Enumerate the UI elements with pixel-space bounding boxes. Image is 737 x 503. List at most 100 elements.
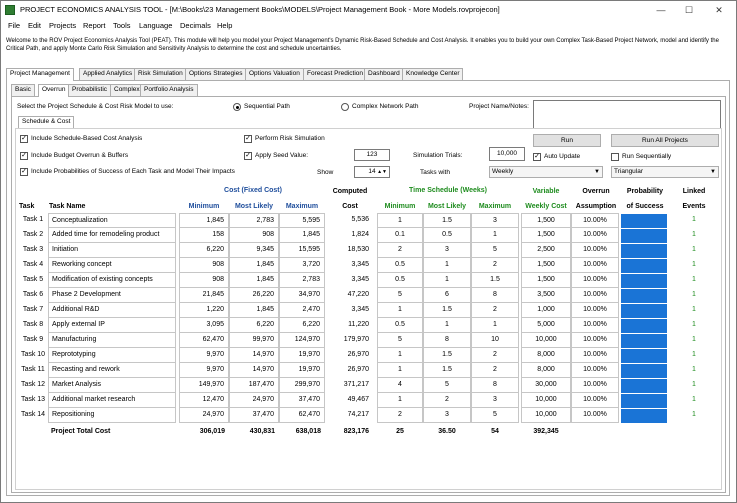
probability-cell[interactable] xyxy=(621,393,667,408)
cost-max-cell[interactable]: 15,595 xyxy=(279,243,325,258)
show-spinner[interactable]: 14 ▲▼ xyxy=(354,166,390,178)
cost-max-cell[interactable]: 19,970 xyxy=(279,348,325,363)
time-most-likely-cell[interactable]: 1.5 xyxy=(423,303,471,318)
weekly-cost-cell[interactable]: 10,000 xyxy=(521,408,571,423)
cost-most-likely-cell[interactable]: 24,970 xyxy=(229,393,279,408)
run-sequentially-checkbox[interactable] xyxy=(611,153,619,161)
overrun-cell[interactable]: 10.00% xyxy=(571,228,619,243)
tab-options-strategies[interactable]: Options Strategies xyxy=(185,68,247,80)
time-min-cell[interactable]: 4 xyxy=(377,378,423,393)
subtab-probabilistic[interactable]: Probabilistic xyxy=(68,84,112,96)
cost-most-likely-cell[interactable]: 14,970 xyxy=(229,363,279,378)
overrun-cell[interactable]: 10.00% xyxy=(571,333,619,348)
time-most-likely-cell[interactable]: 2 xyxy=(423,393,471,408)
time-max-cell[interactable]: 1.5 xyxy=(471,273,519,288)
weekly-cost-cell[interactable]: 3,500 xyxy=(521,288,571,303)
probability-cell[interactable] xyxy=(621,273,667,288)
weekly-cost-cell[interactable]: 8,000 xyxy=(521,363,571,378)
time-max-cell[interactable]: 3 xyxy=(471,213,519,228)
menu-file[interactable]: File xyxy=(8,21,20,30)
probability-cell[interactable] xyxy=(621,243,667,258)
probability-cell[interactable] xyxy=(621,228,667,243)
cost-min-cell[interactable]: 9,970 xyxy=(179,348,229,363)
tab-dashboard[interactable]: Dashboard xyxy=(364,68,404,80)
time-max-cell[interactable]: 3 xyxy=(471,393,519,408)
time-most-likely-cell[interactable]: 3 xyxy=(423,243,471,258)
task-name-cell[interactable]: Modification of existing concepts xyxy=(48,273,176,288)
tab-schedule-cost[interactable]: Schedule & Cost xyxy=(18,116,75,128)
overrun-cell[interactable]: 10.00% xyxy=(571,273,619,288)
auto-update-checkbox[interactable]: ✓ xyxy=(533,153,541,161)
maximize-button[interactable]: ☐ xyxy=(675,1,703,19)
time-most-likely-cell[interactable]: 8 xyxy=(423,333,471,348)
time-min-cell[interactable]: 1 xyxy=(377,348,423,363)
time-min-cell[interactable]: 0.5 xyxy=(377,273,423,288)
cost-min-cell[interactable]: 6,220 xyxy=(179,243,229,258)
cost-max-cell[interactable]: 299,970 xyxy=(279,378,325,393)
time-max-cell[interactable]: 5 xyxy=(471,408,519,423)
task-name-cell[interactable]: Added time for remodeling product xyxy=(48,228,176,243)
cost-max-cell[interactable]: 124,970 xyxy=(279,333,325,348)
minimize-button[interactable]: — xyxy=(647,1,675,19)
time-min-cell[interactable]: 2 xyxy=(377,408,423,423)
time-min-cell[interactable]: 0.1 xyxy=(377,228,423,243)
time-min-cell[interactable]: 1 xyxy=(377,213,423,228)
subtab-overrun[interactable]: Overrun xyxy=(38,84,70,97)
tab-options-valuation[interactable]: Options Valuation xyxy=(245,68,304,80)
tab-project-management[interactable]: Project Management xyxy=(6,68,74,81)
cost-most-likely-cell[interactable]: 37,470 xyxy=(229,408,279,423)
cost-max-cell[interactable]: 2,470 xyxy=(279,303,325,318)
budget-overrun-checkbox[interactable]: ✓ xyxy=(20,152,28,160)
overrun-cell[interactable]: 10.00% xyxy=(571,318,619,333)
cost-min-cell[interactable]: 12,470 xyxy=(179,393,229,408)
weekly-cost-cell[interactable]: 1,000 xyxy=(521,303,571,318)
weekly-cost-cell[interactable]: 10,000 xyxy=(521,333,571,348)
overrun-cell[interactable]: 10.00% xyxy=(571,348,619,363)
time-most-likely-cell[interactable]: 1 xyxy=(423,318,471,333)
tab-knowledge-center[interactable]: Knowledge Center xyxy=(402,68,464,80)
time-max-cell[interactable]: 1 xyxy=(471,318,519,333)
time-min-cell[interactable]: 1 xyxy=(377,393,423,408)
time-max-cell[interactable]: 5 xyxy=(471,243,519,258)
time-most-likely-cell[interactable]: 0.5 xyxy=(423,228,471,243)
task-name-cell[interactable]: Initiation xyxy=(48,243,176,258)
time-max-cell[interactable]: 2 xyxy=(471,348,519,363)
probability-cell[interactable] xyxy=(621,213,667,228)
time-max-cell[interactable]: 8 xyxy=(471,378,519,393)
time-max-cell[interactable]: 1 xyxy=(471,228,519,243)
overrun-cell[interactable]: 10.00% xyxy=(571,393,619,408)
cost-most-likely-cell[interactable]: 6,220 xyxy=(229,318,279,333)
time-min-cell[interactable]: 1 xyxy=(377,363,423,378)
cost-max-cell[interactable]: 62,470 xyxy=(279,408,325,423)
probability-cell[interactable] xyxy=(621,408,667,423)
cost-most-likely-cell[interactable]: 1,845 xyxy=(229,258,279,273)
cost-most-likely-cell[interactable]: 14,970 xyxy=(229,348,279,363)
tab-applied-analytics[interactable]: Applied Analytics xyxy=(79,68,137,80)
time-most-likely-cell[interactable]: 6 xyxy=(423,288,471,303)
cost-max-cell[interactable]: 2,783 xyxy=(279,273,325,288)
time-max-cell[interactable]: 2 xyxy=(471,363,519,378)
task-name-cell[interactable]: Phase 2 Development xyxy=(48,288,176,303)
subtab-portfolio-analysis[interactable]: Portfolio Analysis xyxy=(140,84,198,96)
time-most-likely-cell[interactable]: 3 xyxy=(423,408,471,423)
weekly-cost-cell[interactable]: 5,000 xyxy=(521,318,571,333)
cost-max-cell[interactable]: 34,970 xyxy=(279,288,325,303)
task-name-cell[interactable]: Additional R&D xyxy=(48,303,176,318)
cost-min-cell[interactable]: 908 xyxy=(179,273,229,288)
probability-cell[interactable] xyxy=(621,363,667,378)
weekly-cost-cell[interactable]: 2,500 xyxy=(521,243,571,258)
task-name-cell[interactable]: Manufacturing xyxy=(48,333,176,348)
menu-language[interactable]: Language xyxy=(139,21,172,30)
overrun-cell[interactable]: 10.00% xyxy=(571,363,619,378)
cost-max-cell[interactable]: 6,220 xyxy=(279,318,325,333)
run-all-projects-button[interactable]: Run All Projects xyxy=(611,134,719,147)
probability-cell[interactable] xyxy=(621,318,667,333)
close-button[interactable]: ✕ xyxy=(705,1,733,19)
cost-min-cell[interactable]: 149,970 xyxy=(179,378,229,393)
time-min-cell[interactable]: 1 xyxy=(377,303,423,318)
time-max-cell[interactable]: 2 xyxy=(471,258,519,273)
cost-most-likely-cell[interactable]: 187,470 xyxy=(229,378,279,393)
menu-tools[interactable]: Tools xyxy=(113,21,131,30)
weekly-cost-cell[interactable]: 30,000 xyxy=(521,378,571,393)
weekly-cost-cell[interactable]: 8,000 xyxy=(521,348,571,363)
